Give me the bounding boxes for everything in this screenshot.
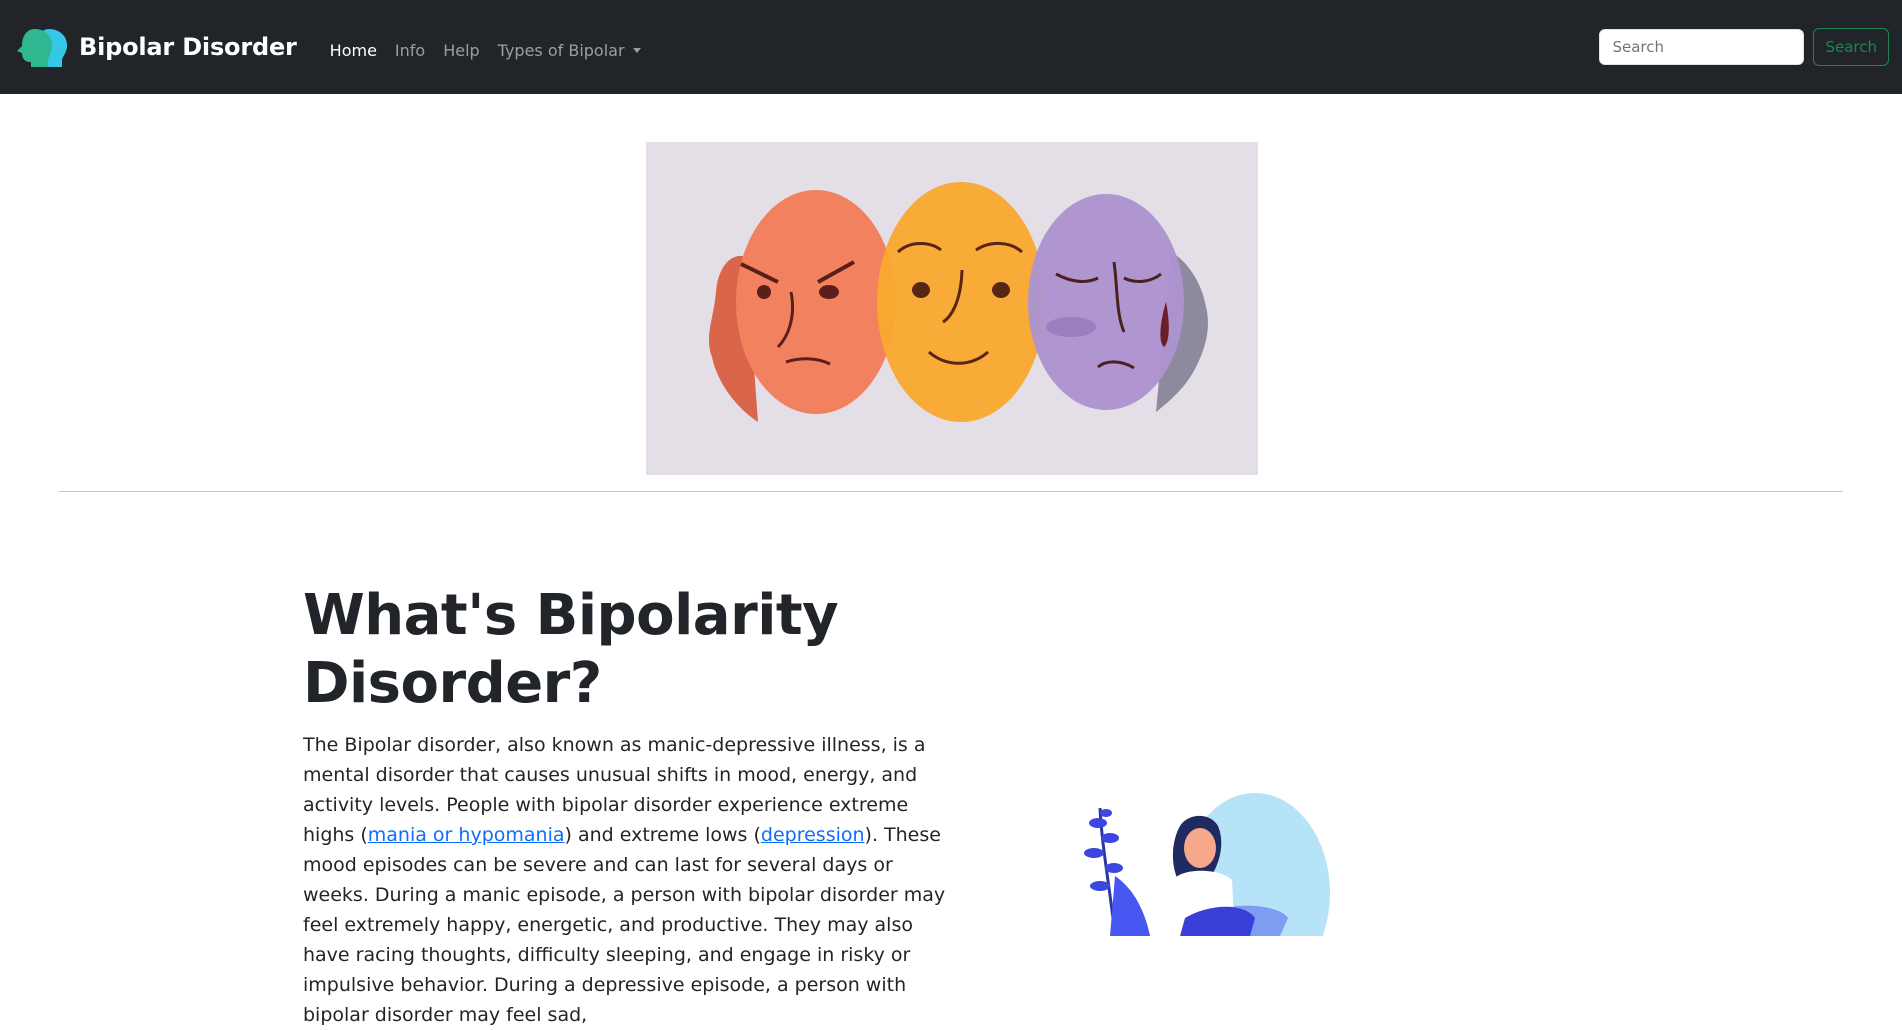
caret-down-icon xyxy=(632,47,641,53)
brand[interactable]: Bipolar Disorder xyxy=(15,26,297,68)
dropdown-label: Types of Bipolar xyxy=(497,40,625,60)
navbar: Bipolar Disorder Home Info Help Types of… xyxy=(0,0,1902,94)
main-nav: Home Info Help Types of Bipolar xyxy=(321,33,650,68)
search-button[interactable]: Search xyxy=(1813,28,1889,66)
search-input[interactable] xyxy=(1599,29,1805,65)
paragraph-text-3: ). These mood episodes can be severe and… xyxy=(303,824,946,1026)
section-divider xyxy=(59,491,1843,492)
two-heads-logo-icon xyxy=(15,26,69,68)
mania-hypomania-link[interactable]: mania or hypomania xyxy=(368,824,565,846)
search-form: Search xyxy=(1599,28,1889,66)
depression-link[interactable]: depression xyxy=(761,824,865,846)
page-title: What's Bipolarity Disorder? xyxy=(303,583,839,716)
intro-paragraph: The Bipolar disorder, also known as mani… xyxy=(303,730,949,1030)
woman-sitting-illustration xyxy=(1070,768,1330,936)
types-of-bipolar-dropdown[interactable]: Types of Bipolar xyxy=(489,33,650,68)
brand-title: Bipolar Disorder xyxy=(79,33,297,61)
main-content: What's Bipolarity Disorder? The Bipolar … xyxy=(303,582,949,1030)
nav-link-home[interactable]: Home xyxy=(321,33,386,68)
nav-link-help[interactable]: Help xyxy=(434,33,488,68)
nav-link-info[interactable]: Info xyxy=(386,33,434,68)
hero-image-mood-faces xyxy=(646,142,1258,475)
paragraph-text-2: ) and extreme lows ( xyxy=(564,824,761,846)
